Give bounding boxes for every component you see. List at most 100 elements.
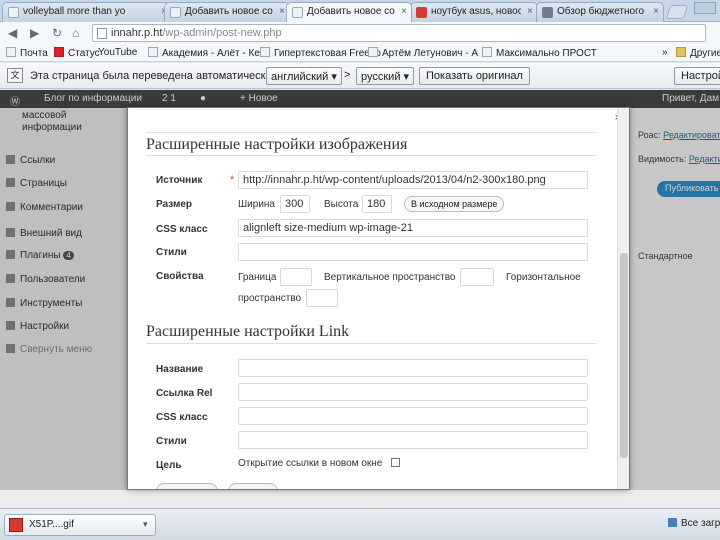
border-input[interactable] bbox=[280, 268, 312, 286]
properties-label: Свойства bbox=[156, 271, 204, 282]
vspace-label: Вертикальное пространство bbox=[324, 272, 456, 283]
doc-icon bbox=[260, 47, 270, 57]
wordpress-logo-icon[interactable]: Ⓦ bbox=[10, 93, 20, 108]
chevron-down-icon[interactable]: ▾ bbox=[143, 519, 148, 530]
bookmark-folder[interactable]: Другие bbox=[676, 47, 720, 59]
bookmark-item[interactable]: Статус bbox=[54, 47, 100, 59]
new-tab-button[interactable] bbox=[665, 5, 689, 19]
target-language-select[interactable]: русский ▾ bbox=[356, 67, 415, 85]
forward-arrow-icon[interactable]: ▶ bbox=[30, 26, 39, 40]
hspace-label-cont: пространство bbox=[238, 293, 302, 304]
divider bbox=[146, 155, 596, 156]
doc-icon bbox=[368, 47, 378, 57]
link-styles-label: Стили bbox=[156, 436, 187, 447]
link-rel-input[interactable] bbox=[238, 383, 588, 401]
image-settings-title: Расширенные настройки изображения bbox=[146, 136, 408, 153]
link-css-input[interactable] bbox=[238, 407, 588, 425]
link-title-label: Название bbox=[156, 364, 204, 375]
image-properties-dialog: × Расширенные настройки изображения Исто… bbox=[127, 107, 630, 490]
download-item[interactable]: X51P....gif ▾ bbox=[4, 514, 156, 536]
url-path: /wp-admin/post-new.php bbox=[162, 27, 282, 39]
tab-title: Добавить новое сооб bbox=[307, 6, 395, 17]
width-input[interactable]: 300 bbox=[280, 195, 310, 213]
tab-2-active[interactable]: Добавить новое сооб × bbox=[286, 2, 412, 22]
doc-icon bbox=[170, 7, 181, 18]
comments-icon[interactable]: ● bbox=[200, 93, 206, 104]
wp-footer-area bbox=[0, 490, 720, 508]
height-label: Высота bbox=[324, 199, 359, 210]
bookmark-item[interactable]: Гипертекстовая Freedo bbox=[260, 47, 381, 59]
tab-4[interactable]: Обзор бюджетного × bbox=[536, 2, 664, 22]
scrollbar-thumb[interactable] bbox=[620, 253, 628, 458]
tab-3[interactable]: ноутбук asus, новосиб × bbox=[410, 2, 538, 22]
height-input[interactable]: 180 bbox=[362, 195, 392, 213]
size-label: Размер bbox=[156, 199, 193, 210]
download-filename: X51P....gif bbox=[29, 519, 74, 530]
vspace-input[interactable] bbox=[460, 268, 494, 286]
show-original-button[interactable]: Показать оригинал bbox=[419, 67, 530, 85]
address-bar[interactable]: innahr.p.ht/wp-admin/post-new.php bbox=[92, 24, 706, 42]
doc-icon bbox=[482, 47, 492, 57]
bookmark-label: Другие bbox=[690, 48, 720, 59]
modal-scrollbar[interactable] bbox=[617, 108, 629, 489]
tab-strip: volleyball more than yo × Добавить новое… bbox=[0, 0, 720, 22]
admin-bar-updates[interactable]: 2 1 bbox=[162, 93, 176, 104]
cancel-button[interactable] bbox=[228, 483, 278, 489]
admin-bar-user[interactable]: Привет, Дам bbox=[662, 93, 719, 104]
new-window-checkbox[interactable] bbox=[391, 458, 400, 467]
bookmark-item[interactable]: Почта bbox=[6, 47, 48, 59]
tab-0[interactable]: volleyball more than yo × bbox=[2, 2, 172, 22]
close-tab-icon[interactable]: × bbox=[279, 6, 285, 17]
bookmark-label: Академия - Алёт - Ке bbox=[162, 48, 260, 59]
bookmark-label: YouTube bbox=[98, 47, 138, 58]
bookmark-label: Артём Летунович - А bbox=[382, 48, 479, 59]
hspace-input[interactable] bbox=[306, 289, 338, 307]
modal-backdrop bbox=[0, 108, 127, 508]
css-class-input[interactable]: alignleft size-medium wp-image-21 bbox=[238, 219, 588, 237]
translate-bar: 文 Эта страница была переведена автоматич… bbox=[0, 63, 720, 89]
home-icon[interactable]: ⌂ bbox=[72, 26, 79, 40]
admin-bar-new[interactable]: + Новое bbox=[240, 93, 278, 104]
bookmark-item[interactable]: Максимально ПРОСТ bbox=[482, 47, 597, 59]
doc-icon bbox=[292, 7, 303, 18]
download-icon bbox=[668, 518, 677, 527]
yandex-icon bbox=[416, 7, 427, 18]
source-input[interactable]: http://innahr.p.ht/wp-content/uploads/20… bbox=[238, 171, 588, 189]
doc-icon bbox=[6, 47, 16, 57]
admin-bar-site[interactable]: Блог по информации bbox=[44, 93, 142, 104]
back-arrow-icon[interactable]: ◀ bbox=[8, 26, 17, 40]
doc-icon bbox=[8, 7, 19, 18]
minimize-button[interactable] bbox=[694, 2, 716, 14]
bookmark-item[interactable]: Артём Летунович - А bbox=[368, 47, 478, 59]
bookmark-item[interactable]: Академия - Алёт - Ке bbox=[148, 47, 260, 59]
translate-settings-button[interactable]: Настрой bbox=[674, 67, 720, 85]
bookmark-label: Почта bbox=[20, 48, 48, 59]
link-settings-title: Расширенные настройки Link bbox=[146, 323, 350, 340]
folder-icon bbox=[676, 47, 686, 57]
link-styles-input[interactable] bbox=[238, 431, 588, 449]
navigation-bar: ◀ ▶ ↻ ⌂ innahr.p.ht/wp-admin/post-new.ph… bbox=[0, 22, 720, 44]
close-tab-icon[interactable]: × bbox=[527, 6, 533, 17]
wp-admin-bar: Ⓦ Блог по информации 2 1 ● + Новое Приве… bbox=[0, 90, 720, 108]
modal-backdrop bbox=[630, 108, 720, 508]
bookmark-item[interactable]: YouTube bbox=[98, 47, 137, 58]
tab-title: Обзор бюджетного bbox=[557, 6, 645, 17]
original-size-button[interactable]: В исходном размере bbox=[404, 196, 505, 212]
close-tab-icon[interactable]: × bbox=[653, 6, 659, 17]
page-icon bbox=[97, 28, 107, 39]
update-button[interactable] bbox=[156, 483, 218, 489]
tab-title: volleyball more than yo bbox=[23, 6, 126, 17]
link-title-input[interactable] bbox=[238, 359, 588, 377]
source-language-select[interactable]: английский ▾ bbox=[266, 67, 342, 85]
link-rel-label: Ссылка Rel bbox=[156, 388, 213, 399]
translate-message: Эта страница была переведена автоматичес… bbox=[30, 70, 272, 82]
tab-1[interactable]: Добавить новое сооб × bbox=[164, 2, 290, 22]
styles-input[interactable] bbox=[238, 243, 588, 261]
width-label: Ширина bbox=[238, 199, 275, 210]
translate-icon: 文 bbox=[7, 68, 23, 83]
show-all-downloads[interactable]: Все загрузки bbox=[668, 518, 720, 529]
bookmarks-more-icon[interactable]: » bbox=[662, 47, 668, 58]
reload-icon[interactable]: ↻ bbox=[52, 26, 62, 40]
hspace-label: Горизонтальное bbox=[506, 272, 581, 283]
close-tab-icon[interactable]: × bbox=[401, 6, 407, 17]
